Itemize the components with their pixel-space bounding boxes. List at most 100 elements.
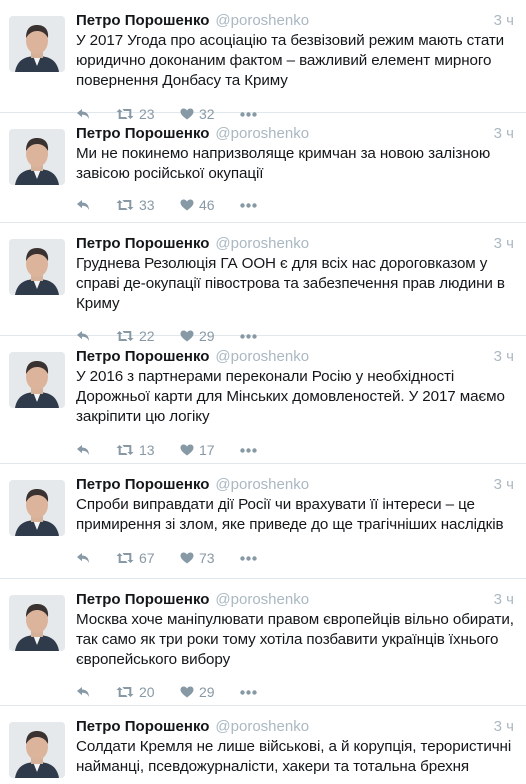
like-button[interactable]: 73	[180, 548, 240, 568]
avatar[interactable]	[9, 722, 65, 778]
retweet-count: 20	[139, 684, 155, 700]
retweet-icon	[116, 200, 134, 210]
tweet-header: Петро Порошенко @poroshenko 3 ч	[76, 590, 514, 610]
tweet-time[interactable]: 3 ч	[494, 347, 514, 367]
author-handle[interactable]: @poroshenko	[215, 717, 309, 737]
author-handle[interactable]: @poroshenko	[215, 475, 309, 495]
reply-button[interactable]	[76, 444, 116, 456]
tweet-header: Петро Порошенко @poroshenko 3 ч	[76, 475, 514, 495]
avatar-image	[9, 595, 65, 651]
avatar[interactable]	[9, 16, 65, 72]
avatar[interactable]	[9, 480, 65, 536]
like-count: 46	[199, 197, 215, 213]
author-name[interactable]: Петро Порошенко	[76, 590, 209, 610]
avatar[interactable]	[9, 129, 65, 185]
heart-icon	[180, 552, 194, 564]
reply-button[interactable]	[76, 552, 116, 564]
heart-icon	[180, 686, 194, 698]
author-handle[interactable]: @poroshenko	[215, 124, 309, 144]
like-button[interactable]: 46	[180, 195, 240, 215]
retweet-button[interactable]: 20	[116, 682, 180, 702]
heart-icon	[180, 444, 194, 456]
tweet-timeline: Петро Порошенко @poroshenko 3 ч У 2017 У…	[0, 0, 526, 784]
tweet-time[interactable]: 3 ч	[494, 11, 514, 31]
tweet[interactable]: Петро Порошенко @poroshenko 3 ч Ми не по…	[0, 113, 526, 223]
tweet[interactable]: Петро Порошенко @poroshenko 3 ч Спроби в…	[0, 464, 526, 579]
avatar-image	[9, 352, 65, 408]
avatar[interactable]	[9, 352, 65, 408]
author-handle[interactable]: @poroshenko	[215, 11, 309, 31]
tweet-header: Петро Порошенко @poroshenko 3 ч	[76, 11, 514, 31]
reply-icon	[77, 687, 89, 697]
like-count: 29	[199, 684, 215, 700]
avatar-image	[9, 16, 65, 72]
more-button[interactable]	[240, 202, 257, 208]
retweet-icon	[116, 553, 134, 563]
author-handle[interactable]: @poroshenko	[215, 347, 309, 367]
tweet-actions: 20 29	[76, 682, 514, 702]
retweet-button[interactable]: 13	[116, 440, 180, 460]
retweet-icon	[116, 687, 134, 697]
reply-button[interactable]	[76, 686, 116, 698]
tweet[interactable]: Петро Порошенко @poroshenko 3 ч Груднева…	[0, 223, 526, 344]
like-button[interactable]: 29	[180, 682, 240, 702]
tweet-header: Петро Порошенко @poroshenko 3 ч	[76, 347, 514, 367]
more-dots-icon	[240, 202, 257, 208]
tweet-time[interactable]: 3 ч	[494, 475, 514, 495]
like-count: 73	[199, 550, 215, 566]
author-name[interactable]: Петро Порошенко	[76, 717, 209, 737]
avatar-image	[9, 722, 65, 778]
more-dots-icon	[240, 689, 257, 695]
more-button[interactable]	[240, 447, 257, 453]
avatar-image	[9, 239, 65, 295]
tweet-time[interactable]: 3 ч	[494, 590, 514, 610]
more-button[interactable]	[240, 555, 257, 561]
author-name[interactable]: Петро Порошенко	[76, 11, 209, 31]
tweet-header: Петро Порошенко @poroshenko 3 ч	[76, 234, 514, 254]
tweet[interactable]: Петро Порошенко @poroshenko 3 ч У 2016 з…	[0, 336, 526, 464]
author-name[interactable]: Петро Порошенко	[76, 475, 209, 495]
heart-icon	[180, 199, 194, 211]
author-name[interactable]: Петро Порошенко	[76, 124, 209, 144]
tweet-actions: 67 73	[76, 548, 514, 568]
avatar[interactable]	[9, 595, 65, 651]
retweet-icon	[116, 445, 134, 455]
retweet-button[interactable]: 67	[116, 548, 180, 568]
tweet[interactable]: Петро Порошенко @poroshenko 3 ч Солдати …	[0, 706, 526, 784]
avatar-image	[9, 480, 65, 536]
reply-button[interactable]	[76, 199, 116, 211]
tweet-header: Петро Порошенко @poroshenko 3 ч	[76, 124, 514, 144]
author-handle[interactable]: @poroshenko	[215, 590, 309, 610]
tweet-text: У 2017 Угода про асоціацію та безвізовий…	[76, 32, 505, 89]
like-count: 17	[199, 442, 215, 458]
avatar-image	[9, 129, 65, 185]
tweet-header: Петро Порошенко @poroshenko 3 ч	[76, 717, 514, 737]
more-dots-icon	[240, 447, 257, 453]
author-name[interactable]: Петро Порошенко	[76, 347, 209, 367]
retweet-count: 33	[139, 197, 155, 213]
more-dots-icon	[240, 555, 257, 561]
retweet-count: 13	[139, 442, 155, 458]
tweet[interactable]: Петро Порошенко @poroshenko 3 ч Москва х…	[0, 579, 526, 706]
tweet-text: Спроби виправдати дії Росії чи врахувати…	[76, 496, 504, 533]
tweet[interactable]: Петро Порошенко @poroshenko 3 ч У 2017 У…	[0, 0, 526, 122]
reply-icon	[77, 445, 89, 455]
retweet-count: 67	[139, 550, 155, 566]
reply-icon	[77, 200, 89, 210]
more-button[interactable]	[240, 689, 257, 695]
reply-icon	[77, 553, 89, 563]
tweet-actions: 13 17	[76, 440, 514, 460]
tweet-text: Ми не покинемо напризволяще кримчан за н…	[76, 145, 491, 182]
author-handle[interactable]: @poroshenko	[215, 234, 309, 254]
avatar[interactable]	[9, 239, 65, 295]
tweet-actions: 33 46	[76, 195, 514, 215]
retweet-button[interactable]: 33	[116, 195, 180, 215]
tweet-text: Солдати Кремля не лише військові, а й ко…	[76, 738, 512, 775]
tweet-text: Москва хоче маніпулювати правом європейц…	[76, 611, 514, 668]
author-name[interactable]: Петро Порошенко	[76, 234, 209, 254]
tweet-time[interactable]: 3 ч	[494, 124, 514, 144]
tweet-text: У 2016 з партнерами переконали Росію у н…	[76, 368, 505, 425]
tweet-time[interactable]: 3 ч	[494, 234, 514, 254]
like-button[interactable]: 17	[180, 440, 240, 460]
tweet-time[interactable]: 3 ч	[494, 717, 514, 737]
